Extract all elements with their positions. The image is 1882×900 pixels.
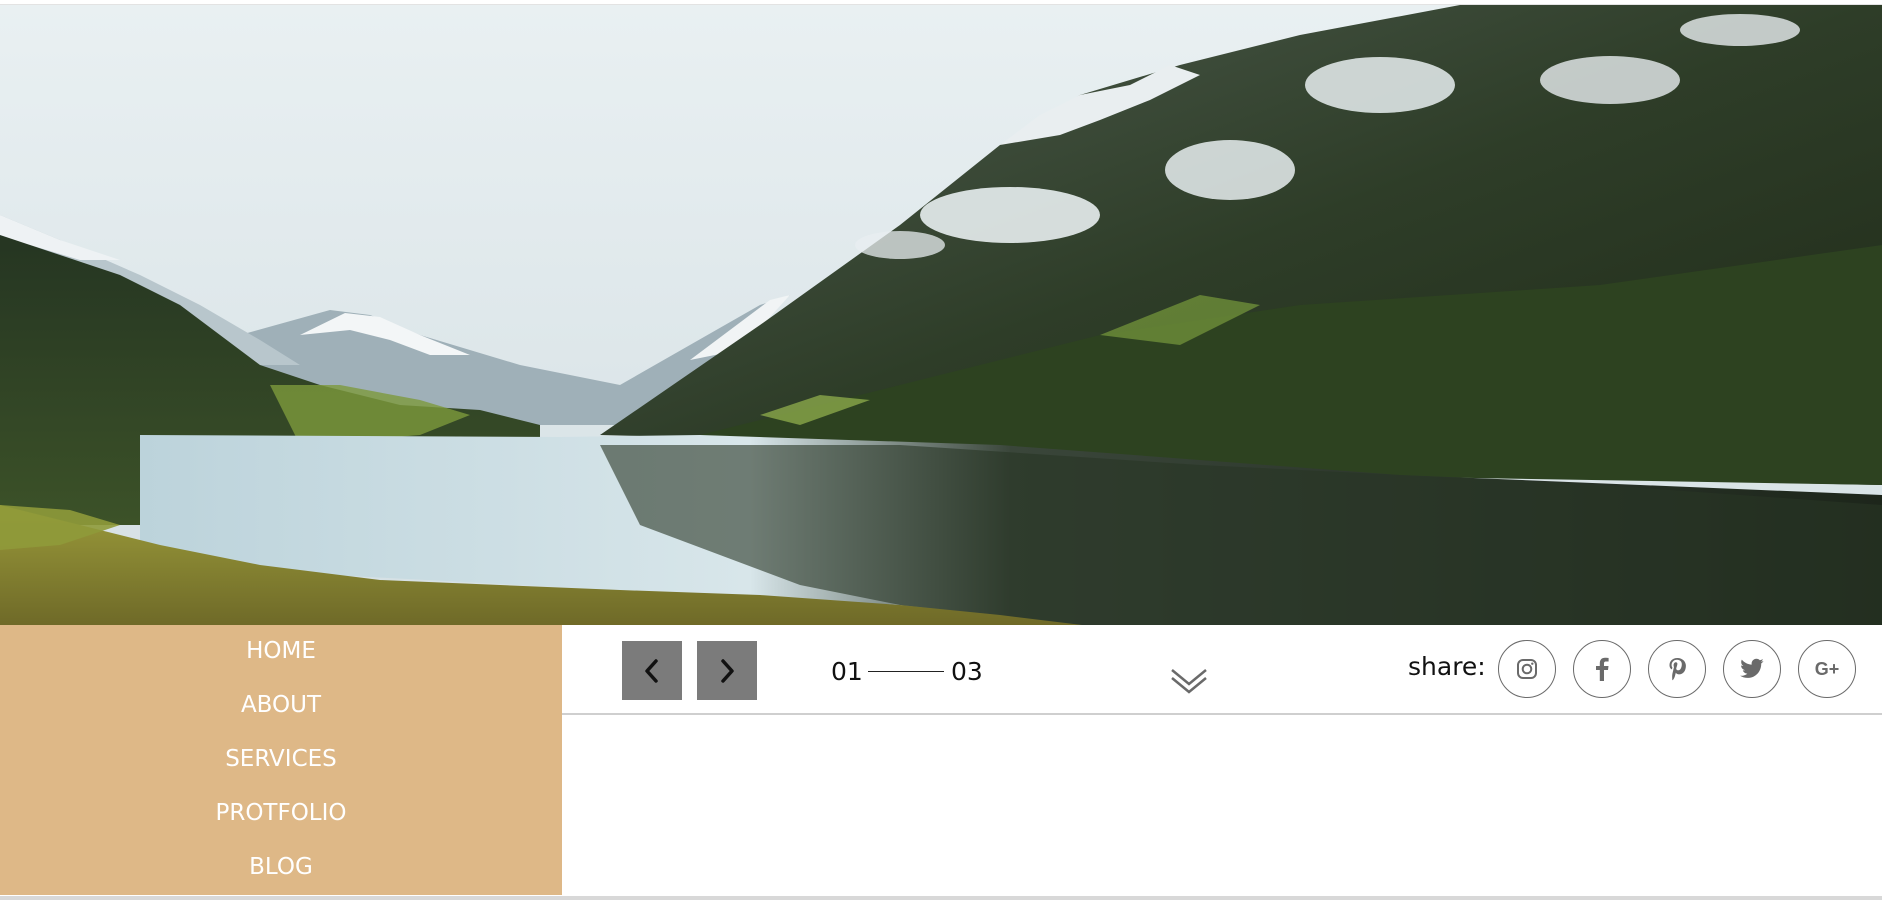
menu-item-services[interactable]: SERVICES: [0, 744, 562, 774]
scroll-down-button[interactable]: [1166, 662, 1212, 700]
share-label: share:: [1408, 652, 1486, 681]
slide-current-number: 01: [831, 657, 863, 686]
google-plus-button[interactable]: G+: [1798, 640, 1856, 698]
instagram-icon: [1517, 659, 1537, 679]
slide-total-number: 03: [951, 657, 983, 686]
landscape-lake-mountains-image: [0, 5, 1882, 625]
prev-slide-button[interactable]: [622, 641, 682, 700]
instagram-button[interactable]: [1498, 640, 1556, 698]
facebook-icon: [1596, 657, 1609, 681]
chevron-right-icon: [721, 658, 734, 683]
twitter-icon: [1740, 658, 1764, 678]
page-bottom-border: [0, 896, 1882, 900]
side-menu: HOME ABOUT SERVICES PROTFOLIO BLOG: [0, 625, 562, 895]
next-slide-button[interactable]: [697, 641, 757, 700]
double-chevron-down-icon: [1171, 669, 1207, 694]
menu-item-home[interactable]: HOME: [0, 636, 562, 666]
menu-item-about[interactable]: ABOUT: [0, 690, 562, 720]
google-plus-icon: G+: [1814, 658, 1840, 679]
chevron-left-icon: [645, 658, 658, 683]
slide-counter-separator: [868, 671, 944, 672]
menu-item-blog[interactable]: BLOG: [0, 852, 562, 882]
pinterest-icon: [1669, 658, 1686, 681]
menu-item-portfolio[interactable]: PROTFOLIO: [0, 798, 562, 828]
control-bar-divider: [562, 713, 1882, 715]
twitter-button[interactable]: [1723, 640, 1781, 698]
facebook-button[interactable]: [1573, 640, 1631, 698]
pinterest-button[interactable]: [1648, 640, 1706, 698]
hero-image: [0, 5, 1882, 625]
